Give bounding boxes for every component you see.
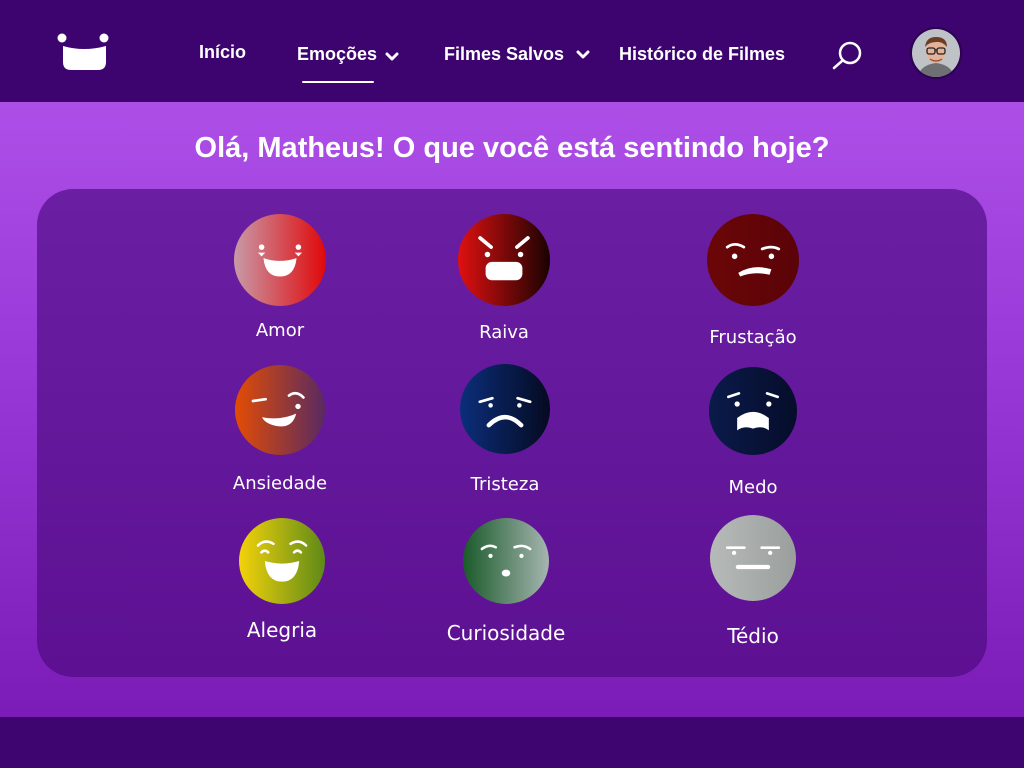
curiosidade-face-icon[interactable]	[463, 518, 549, 604]
emotion-label: Alegria	[246, 618, 318, 642]
active-nav-indicator	[302, 81, 374, 83]
alegria-face-icon[interactable]	[239, 518, 325, 604]
ansiedade-face-icon[interactable]	[235, 365, 325, 455]
nav-inicio[interactable]: Início	[199, 42, 246, 63]
tristeza-face-icon[interactable]	[460, 364, 550, 454]
footer-bar	[0, 717, 1024, 768]
nav-historico-filmes[interactable]: Histórico de Filmes	[619, 44, 785, 65]
nav-emocoes-label: Emoções	[297, 44, 378, 64]
nav-emocoes[interactable]: Emoções	[297, 44, 399, 65]
emotion-label: Ansiedade	[232, 473, 328, 494]
emotion-label: Frustação	[709, 327, 797, 348]
emotion-label: Medo	[728, 477, 778, 498]
medo-face-icon[interactable]	[709, 367, 797, 455]
frustacao-face-icon[interactable]	[707, 214, 799, 306]
chevron-down-icon	[385, 52, 399, 60]
emotion-label: Raiva	[479, 322, 529, 343]
emotion-label: Curiosidade	[446, 621, 566, 645]
search-icon[interactable]	[830, 38, 866, 72]
nav-historico-label: Histórico de Filmes	[619, 44, 786, 64]
smile-logo-icon[interactable]	[56, 30, 112, 74]
emotion-label: Tristeza	[470, 474, 540, 495]
nav-filmes-salvos-label: Filmes Salvos	[444, 44, 565, 64]
chevron-down-icon	[576, 50, 590, 58]
amor-face-icon[interactable]	[234, 214, 326, 306]
nav-inicio-label: Início	[199, 42, 247, 62]
emotion-label: Amor	[255, 320, 305, 341]
tedio-face-icon[interactable]	[710, 515, 796, 601]
raiva-face-icon[interactable]	[458, 214, 550, 306]
nav-filmes-salvos[interactable]: Filmes Salvos	[444, 44, 590, 65]
greeting-title: Olá, Matheus! O que você está sentindo h…	[194, 132, 830, 164]
emotion-label: Tédio	[727, 624, 779, 648]
top-navigation-bar: Início Emoções Filmes Salvos Histórico d…	[0, 0, 1024, 102]
user-avatar[interactable]	[910, 27, 962, 79]
